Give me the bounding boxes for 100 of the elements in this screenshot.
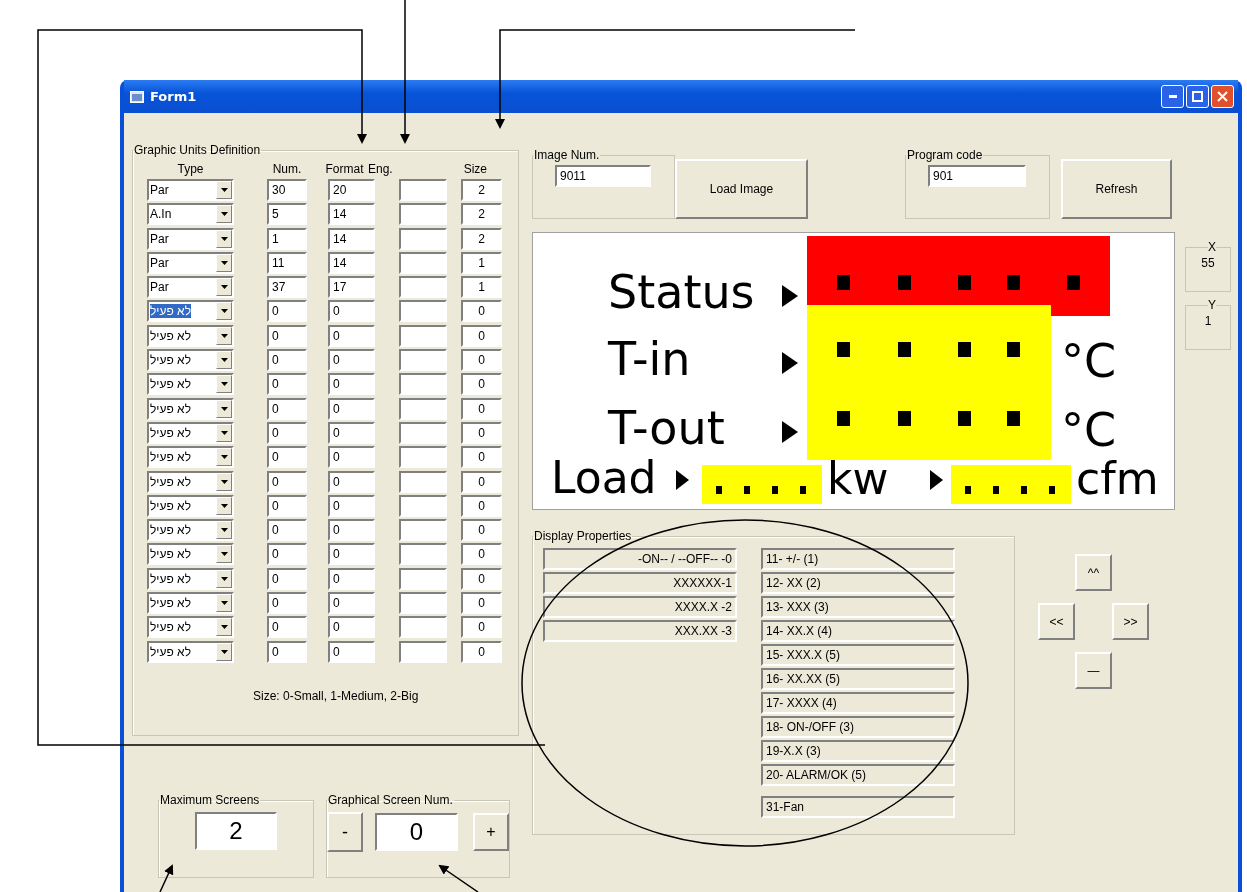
num-field[interactable]: 0 bbox=[267, 349, 307, 372]
format-field[interactable]: 0 bbox=[328, 519, 375, 542]
dropdown-button[interactable] bbox=[216, 496, 232, 515]
dropdown-button[interactable] bbox=[216, 618, 232, 637]
size-field[interactable]: 0 bbox=[461, 470, 502, 493]
dropdown-button[interactable] bbox=[216, 205, 232, 224]
size-field[interactable]: 0 bbox=[461, 616, 502, 639]
type-dropdown[interactable]: לא פעיל bbox=[147, 494, 234, 517]
format-field[interactable]: 0 bbox=[328, 616, 375, 639]
dropdown-button[interactable] bbox=[216, 375, 232, 394]
size-field[interactable]: 2 bbox=[461, 179, 502, 201]
num-field[interactable]: 0 bbox=[267, 567, 307, 590]
eng-field[interactable] bbox=[399, 324, 447, 347]
nav-button[interactable]: << bbox=[1038, 603, 1075, 640]
type-dropdown[interactable]: Par bbox=[147, 276, 234, 299]
eng-field[interactable] bbox=[399, 446, 447, 469]
num-field[interactable]: 11 bbox=[267, 251, 307, 274]
format-field[interactable]: 0 bbox=[328, 324, 375, 347]
num-field[interactable]: 5 bbox=[267, 203, 307, 226]
dropdown-button[interactable] bbox=[216, 181, 232, 199]
plus-button[interactable]: + bbox=[473, 813, 509, 851]
dropdown-button[interactable] bbox=[216, 399, 232, 418]
dropdown-button[interactable] bbox=[216, 642, 232, 661]
format-field[interactable]: 14 bbox=[328, 203, 375, 226]
type-dropdown[interactable]: לא פעיל bbox=[147, 300, 234, 323]
type-dropdown[interactable]: לא פעיל bbox=[147, 616, 234, 639]
eng-field[interactable] bbox=[399, 470, 447, 493]
type-dropdown[interactable]: לא פעיל bbox=[147, 373, 234, 396]
format-field[interactable]: 0 bbox=[328, 300, 375, 323]
eng-field[interactable] bbox=[399, 276, 447, 299]
dropdown-button[interactable] bbox=[216, 278, 232, 297]
size-field[interactable]: 0 bbox=[461, 397, 502, 420]
num-field[interactable]: 0 bbox=[267, 446, 307, 469]
num-field[interactable]: 0 bbox=[267, 616, 307, 639]
size-field[interactable]: 0 bbox=[461, 373, 502, 396]
format-field[interactable]: 0 bbox=[328, 446, 375, 469]
dropdown-button[interactable] bbox=[216, 569, 232, 588]
num-field[interactable]: 0 bbox=[267, 324, 307, 347]
num-field[interactable]: 0 bbox=[267, 300, 307, 323]
eng-field[interactable] bbox=[399, 203, 447, 226]
num-field[interactable]: 30 bbox=[267, 179, 307, 201]
format-field[interactable]: 20 bbox=[328, 179, 375, 201]
format-field[interactable]: 0 bbox=[328, 543, 375, 566]
refresh-button[interactable]: Refresh bbox=[1061, 159, 1172, 219]
dropdown-button[interactable] bbox=[216, 302, 232, 321]
size-field[interactable]: 0 bbox=[461, 324, 502, 347]
dropdown-button[interactable] bbox=[216, 545, 232, 564]
format-field[interactable]: 0 bbox=[328, 397, 375, 420]
dropdown-button[interactable] bbox=[216, 351, 232, 370]
num-field[interactable]: 0 bbox=[267, 640, 307, 663]
num-field[interactable]: 0 bbox=[267, 519, 307, 542]
type-dropdown[interactable]: Par bbox=[147, 251, 234, 274]
num-field[interactable]: 0 bbox=[267, 373, 307, 396]
maximize-button[interactable] bbox=[1186, 85, 1209, 108]
size-field[interactable]: 0 bbox=[461, 640, 502, 663]
type-dropdown[interactable]: לא פעיל bbox=[147, 640, 234, 663]
dropdown-button[interactable] bbox=[216, 229, 232, 248]
type-dropdown[interactable]: לא פעיל bbox=[147, 567, 234, 590]
size-field[interactable]: 0 bbox=[461, 519, 502, 542]
type-dropdown[interactable]: לא פעיל bbox=[147, 543, 234, 566]
eng-field[interactable] bbox=[399, 421, 447, 444]
eng-field[interactable] bbox=[399, 179, 447, 201]
size-field[interactable]: 0 bbox=[461, 421, 502, 444]
eng-field[interactable] bbox=[399, 251, 447, 274]
eng-field[interactable] bbox=[399, 397, 447, 420]
size-field[interactable]: 0 bbox=[461, 592, 502, 615]
size-field[interactable]: 1 bbox=[461, 251, 502, 274]
num-field[interactable]: 1 bbox=[267, 227, 307, 250]
type-dropdown[interactable]: לא פעיל bbox=[147, 519, 234, 542]
dropdown-button[interactable] bbox=[216, 472, 232, 491]
nav-button[interactable]: ^^ bbox=[1075, 554, 1112, 591]
type-dropdown[interactable]: לא פעיל bbox=[147, 592, 234, 615]
size-field[interactable]: 0 bbox=[461, 300, 502, 323]
dropdown-button[interactable] bbox=[216, 521, 232, 540]
screen-num-field[interactable]: 0 bbox=[375, 813, 458, 851]
eng-field[interactable] bbox=[399, 640, 447, 663]
num-field[interactable]: 0 bbox=[267, 592, 307, 615]
format-field[interactable]: 0 bbox=[328, 567, 375, 590]
size-field[interactable]: 0 bbox=[461, 349, 502, 372]
type-dropdown[interactable]: לא פעיל bbox=[147, 349, 234, 372]
format-field[interactable]: 17 bbox=[328, 276, 375, 299]
format-field[interactable]: 0 bbox=[328, 349, 375, 372]
eng-field[interactable] bbox=[399, 519, 447, 542]
format-field[interactable]: 0 bbox=[328, 470, 375, 493]
nav-button[interactable]: — bbox=[1075, 652, 1112, 689]
format-field[interactable]: 0 bbox=[328, 592, 375, 615]
eng-field[interactable] bbox=[399, 567, 447, 590]
eng-field[interactable] bbox=[399, 616, 447, 639]
size-field[interactable]: 1 bbox=[461, 276, 502, 299]
num-field[interactable]: 0 bbox=[267, 421, 307, 444]
size-field[interactable]: 0 bbox=[461, 567, 502, 590]
image-num-field[interactable]: 9011 bbox=[555, 165, 651, 187]
eng-field[interactable] bbox=[399, 227, 447, 250]
nav-button[interactable]: >> bbox=[1112, 603, 1149, 640]
num-field[interactable]: 0 bbox=[267, 397, 307, 420]
format-field[interactable]: 0 bbox=[328, 494, 375, 517]
close-button[interactable] bbox=[1211, 85, 1234, 108]
dropdown-button[interactable] bbox=[216, 594, 232, 613]
load-image-button[interactable]: Load Image bbox=[675, 159, 808, 219]
format-field[interactable]: 14 bbox=[328, 227, 375, 250]
